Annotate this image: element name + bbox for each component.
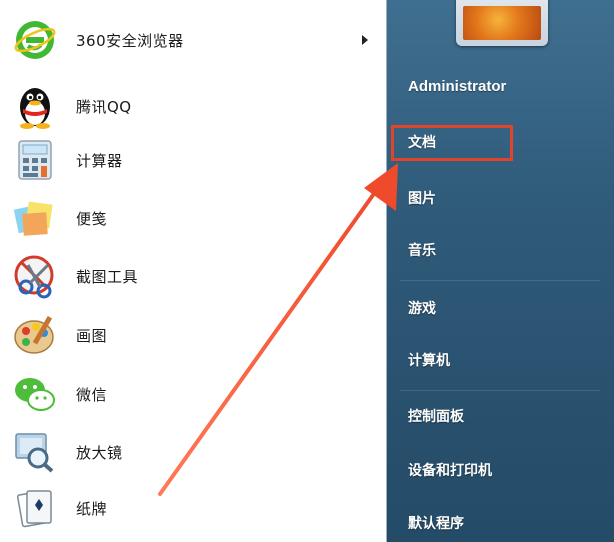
- annotation-arrow-icon: [158, 163, 398, 496]
